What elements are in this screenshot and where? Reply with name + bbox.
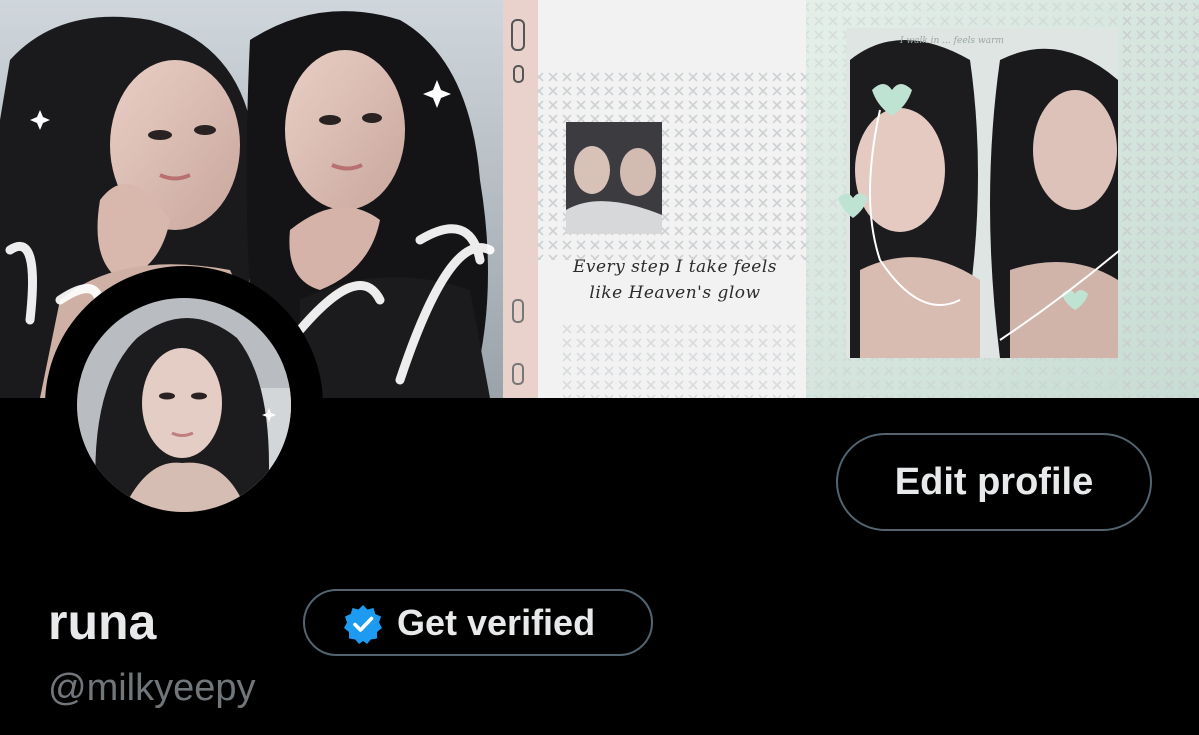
banner-quote-line-2: like Heaven's glow xyxy=(589,283,761,303)
edit-profile-button[interactable]: Edit profile xyxy=(836,433,1152,531)
banner-quote-line-1: Every step I take feels xyxy=(572,257,778,277)
get-verified-label: Get verified xyxy=(397,602,596,643)
edit-profile-label: Edit profile xyxy=(894,460,1094,503)
display-name: runa xyxy=(48,594,157,650)
profile-avatar[interactable] xyxy=(45,266,323,544)
get-verified-button[interactable]: Get verified xyxy=(303,589,653,656)
verified-badge-icon xyxy=(344,605,382,644)
user-handle: @milkyeepy xyxy=(48,667,256,709)
avatar-image xyxy=(77,298,291,512)
banner-caption: I walk in ... feels warm xyxy=(900,36,1004,46)
banner-quote: Every step I take feels like Heaven's gl… xyxy=(560,254,790,306)
